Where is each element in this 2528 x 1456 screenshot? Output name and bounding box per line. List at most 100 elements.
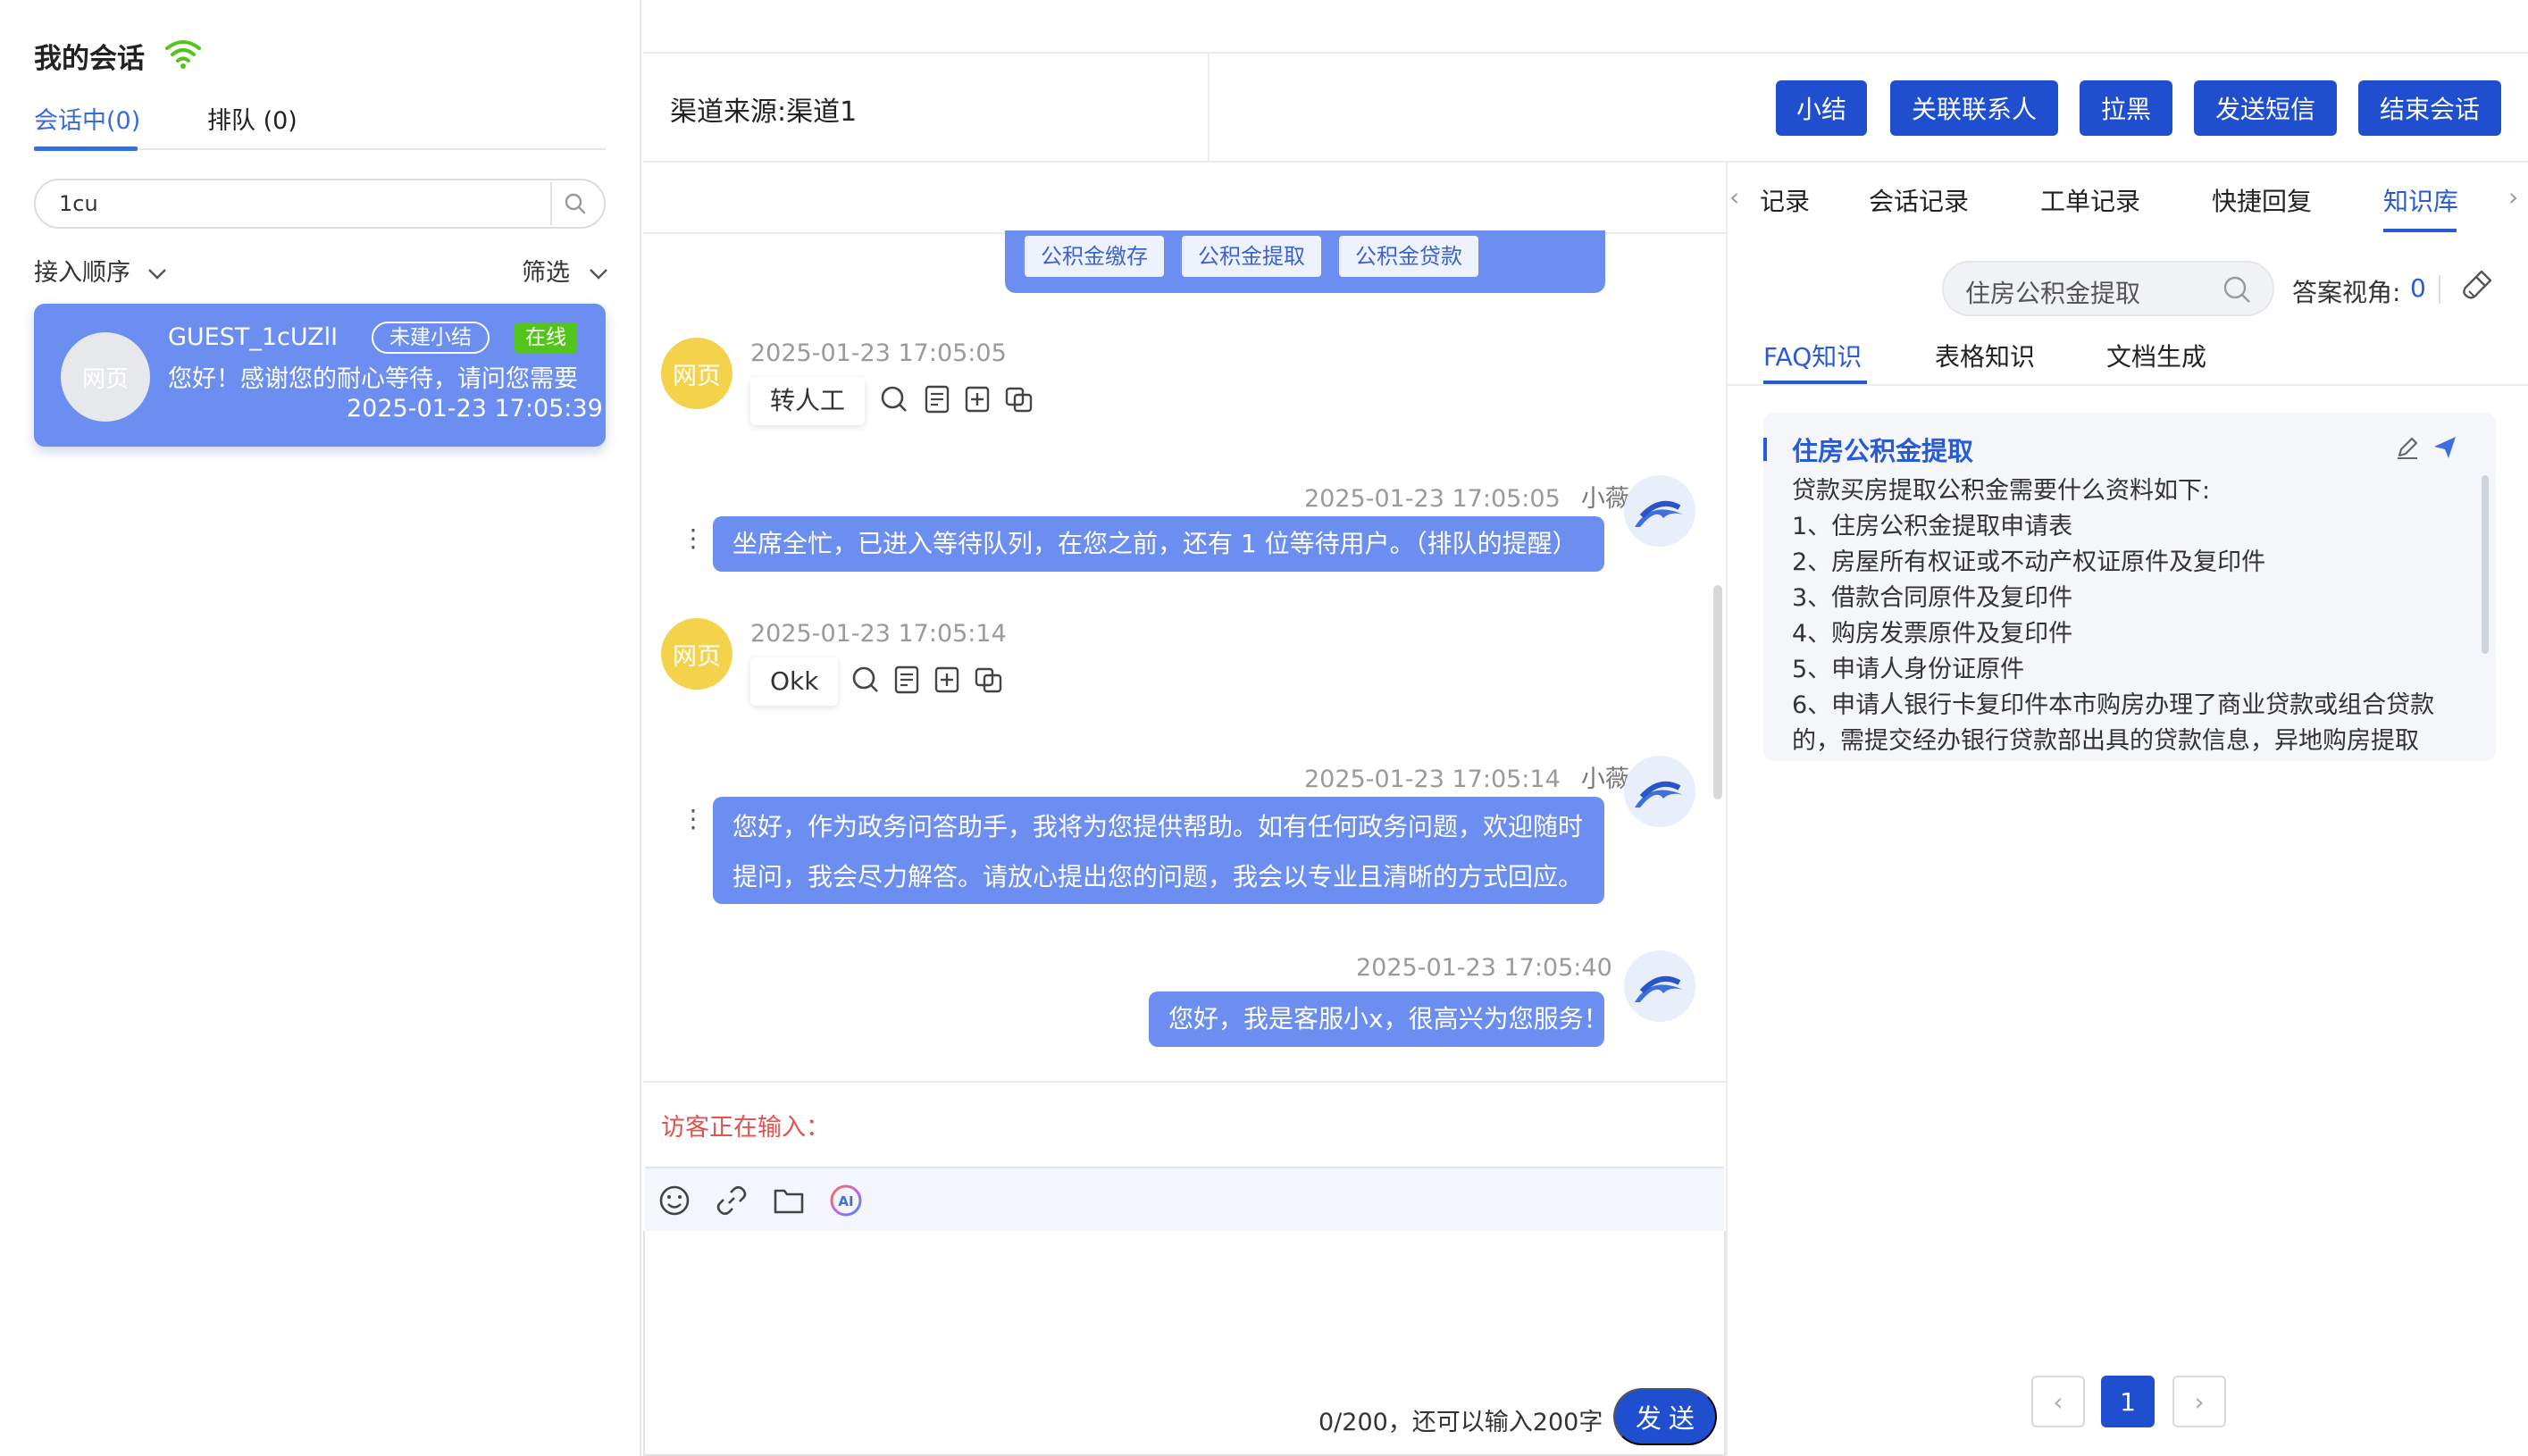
channel-source: 渠道来源:渠道1 — [670, 96, 858, 128]
sidebar-title: 我的会话 — [34, 43, 145, 75]
edit-icon[interactable] — [2394, 434, 2421, 461]
tab-in-session[interactable]: 会话中(0) — [34, 101, 140, 136]
search-icon[interactable] — [563, 191, 588, 216]
block-button[interactable]: 拉黑 — [2080, 80, 2172, 136]
message-time: 2025-01-23 17:05:14 — [750, 620, 1007, 648]
subtab-table-knowledge[interactable]: 表格知识 — [1935, 338, 2035, 373]
conversation-search[interactable]: 1cu — [34, 179, 606, 229]
tab-records[interactable]: 记录 — [1760, 182, 1810, 218]
clear-brush-icon[interactable] — [2458, 266, 2496, 304]
note-icon[interactable] — [891, 665, 922, 695]
ai-icon[interactable]: AI — [829, 1184, 863, 1218]
agent-message: 您好，作为政务问答助手，我将为您提供帮助。如有任何政务问题，欢迎随时 提问，我会… — [713, 797, 1604, 904]
bot-avatar — [1624, 756, 1695, 827]
tab-active-indicator — [34, 146, 138, 151]
header-top-divider — [643, 52, 2528, 54]
tab-knowledge-base[interactable]: 知识库 — [2383, 182, 2458, 218]
message-time: 2025-01-23 17:05:05 — [750, 339, 1007, 367]
message-time: 2025-01-23 17:05:14 — [1304, 766, 1561, 793]
link-contact-button[interactable]: 关联联系人 — [1890, 80, 2058, 136]
emoji-icon[interactable] — [657, 1184, 691, 1218]
send-sms-button[interactable]: 发送短信 — [2194, 80, 2337, 136]
search-icon[interactable] — [879, 384, 909, 414]
summary-status-badge: 未建小结 — [372, 322, 490, 354]
pagination-page-button[interactable]: 1 — [2101, 1376, 2155, 1427]
agent-name: 小薇 — [1580, 766, 1629, 793]
bot-avatar — [1624, 950, 1695, 1022]
add-note-icon[interactable] — [933, 665, 963, 695]
agent-message: 您好，我是客服小x，很高兴为您服务！ — [1149, 992, 1609, 1047]
guest-message: 转人工 — [750, 377, 866, 425]
message-time: 2025-01-23 17:05:40 — [1356, 954, 1612, 982]
quick-chip[interactable]: 公积金缴存 — [1025, 236, 1164, 277]
char-counter: 0/200，还可以输入200字 — [1318, 1409, 1603, 1436]
answer-view-label: 答案视角: — [2292, 278, 2401, 307]
agent-message: 坐席全忙，已进入等待队列，在您之前，还有 1 位等待用户。（排队的提醒） — [713, 516, 1604, 572]
knowledge-search-input[interactable]: 住房公积金提取 — [1965, 274, 2140, 310]
divider — [2439, 275, 2440, 304]
composer-toolbar: AI — [645, 1167, 1724, 1231]
tab-ticket-records[interactable]: 工单记录 — [2040, 182, 2140, 218]
message-meta: 2025-01-23 17:05:14 小薇 — [1304, 759, 1629, 794]
send-icon[interactable] — [2432, 434, 2458, 461]
guest-message: Okk — [750, 657, 839, 706]
pagination-next-button[interactable]: › — [2172, 1376, 2226, 1427]
copy-icon[interactable] — [1004, 384, 1034, 414]
knowledge-search[interactable]: 住房公积金提取 — [1942, 261, 2274, 316]
link-icon[interactable] — [715, 1184, 749, 1218]
end-session-button[interactable]: 结束会话 — [2358, 80, 2501, 136]
summary-button[interactable]: 小结 — [1776, 80, 1867, 136]
tab-queue[interactable]: 排队 (0) — [207, 101, 297, 136]
svg-text:AI: AI — [838, 1193, 853, 1209]
composer-divider — [643, 1081, 1726, 1083]
subtab-active-indicator — [1763, 381, 1867, 384]
quick-chip[interactable]: 公积金贷款 — [1339, 236, 1478, 277]
header-bottom-divider — [643, 161, 2528, 163]
sort-dropdown[interactable]: 接入顺序 — [34, 253, 167, 288]
wifi-icon — [165, 40, 201, 69]
sort-label: 接入顺序 — [34, 259, 130, 287]
chevron-down-icon — [589, 268, 607, 280]
tab-session-records[interactable]: 会话记录 — [1869, 182, 1969, 218]
conversation-sidebar: 我的会话 会话中(0) 排队 (0) 1cu 接入顺序 筛选 网页 GUEST_… — [0, 0, 641, 1456]
search-divider — [550, 182, 552, 225]
copy-icon[interactable] — [974, 665, 1004, 695]
search-icon[interactable] — [850, 665, 881, 695]
tabs-scroll-right-icon[interactable]: › — [2508, 182, 2518, 212]
quick-chip[interactable]: 公积金提取 — [1182, 236, 1321, 277]
chevron-down-icon — [147, 268, 166, 280]
message-meta: 2025-01-23 17:05:05 小薇 — [1304, 479, 1629, 514]
subtab-divider — [1728, 384, 2528, 386]
search-input[interactable]: 1cu — [59, 191, 98, 216]
add-note-icon[interactable] — [963, 384, 993, 414]
quick-topic-bubble: 公积金缴存 公积金提取 公积金贷款 — [1005, 230, 1605, 293]
faq-scrollbar[interactable] — [2482, 475, 2489, 654]
pagination-prev-button[interactable]: ‹ — [2031, 1376, 2085, 1427]
answer-view-count[interactable]: 0 — [2410, 273, 2426, 303]
last-message-preview: 您好！感谢您的耐心等待，请问您需要 — [168, 365, 578, 393]
send-button[interactable]: 发 送 — [1613, 1388, 1717, 1445]
conversation-item[interactable]: 网页 GUEST_1cUZlI 未建小结 在线 您好！感谢您的耐心等待，请问您需… — [34, 304, 606, 447]
guest-avatar: 网页 — [661, 338, 732, 409]
subtab-faq[interactable]: FAQ知识 — [1763, 338, 1862, 373]
tab-quick-reply[interactable]: 快捷回复 — [2212, 182, 2312, 218]
note-icon[interactable] — [922, 384, 952, 414]
avatar: 网页 — [61, 332, 150, 422]
more-options-icon[interactable]: ⋮ — [681, 804, 706, 833]
conversation-time: 2025-01-23 17:05:39 — [347, 395, 603, 423]
faq-title: 住房公积金提取 — [1792, 436, 1974, 466]
faq-answer: 贷款买房提取公积金需要什么资料如下: 1、住房公积金提取申请表 2、房屋所有权证… — [1792, 477, 2435, 755]
tabs-scroll-left-icon[interactable]: ‹ — [1729, 182, 1739, 212]
tab-active-indicator — [2383, 229, 2457, 232]
header-vertical-divider — [1208, 54, 1210, 161]
agent-name: 小薇 — [1580, 485, 1629, 513]
search-icon[interactable] — [2221, 273, 2253, 305]
filter-dropdown[interactable]: 筛选 — [522, 253, 608, 288]
chat-scrollbar[interactable] — [1713, 585, 1722, 799]
chat-right-divider — [1726, 163, 1728, 1456]
more-options-icon[interactable]: ⋮ — [681, 523, 706, 553]
faq-card[interactable]: 住房公积金提取 贷款买房提取公积金需要什么资料如下: 1、住房公积金提取申请表 … — [1763, 413, 2496, 761]
visitor-name: GUEST_1cUZlI — [168, 323, 339, 351]
subtab-doc-generation[interactable]: 文档生成 — [2106, 338, 2206, 373]
folder-icon[interactable] — [772, 1184, 806, 1218]
